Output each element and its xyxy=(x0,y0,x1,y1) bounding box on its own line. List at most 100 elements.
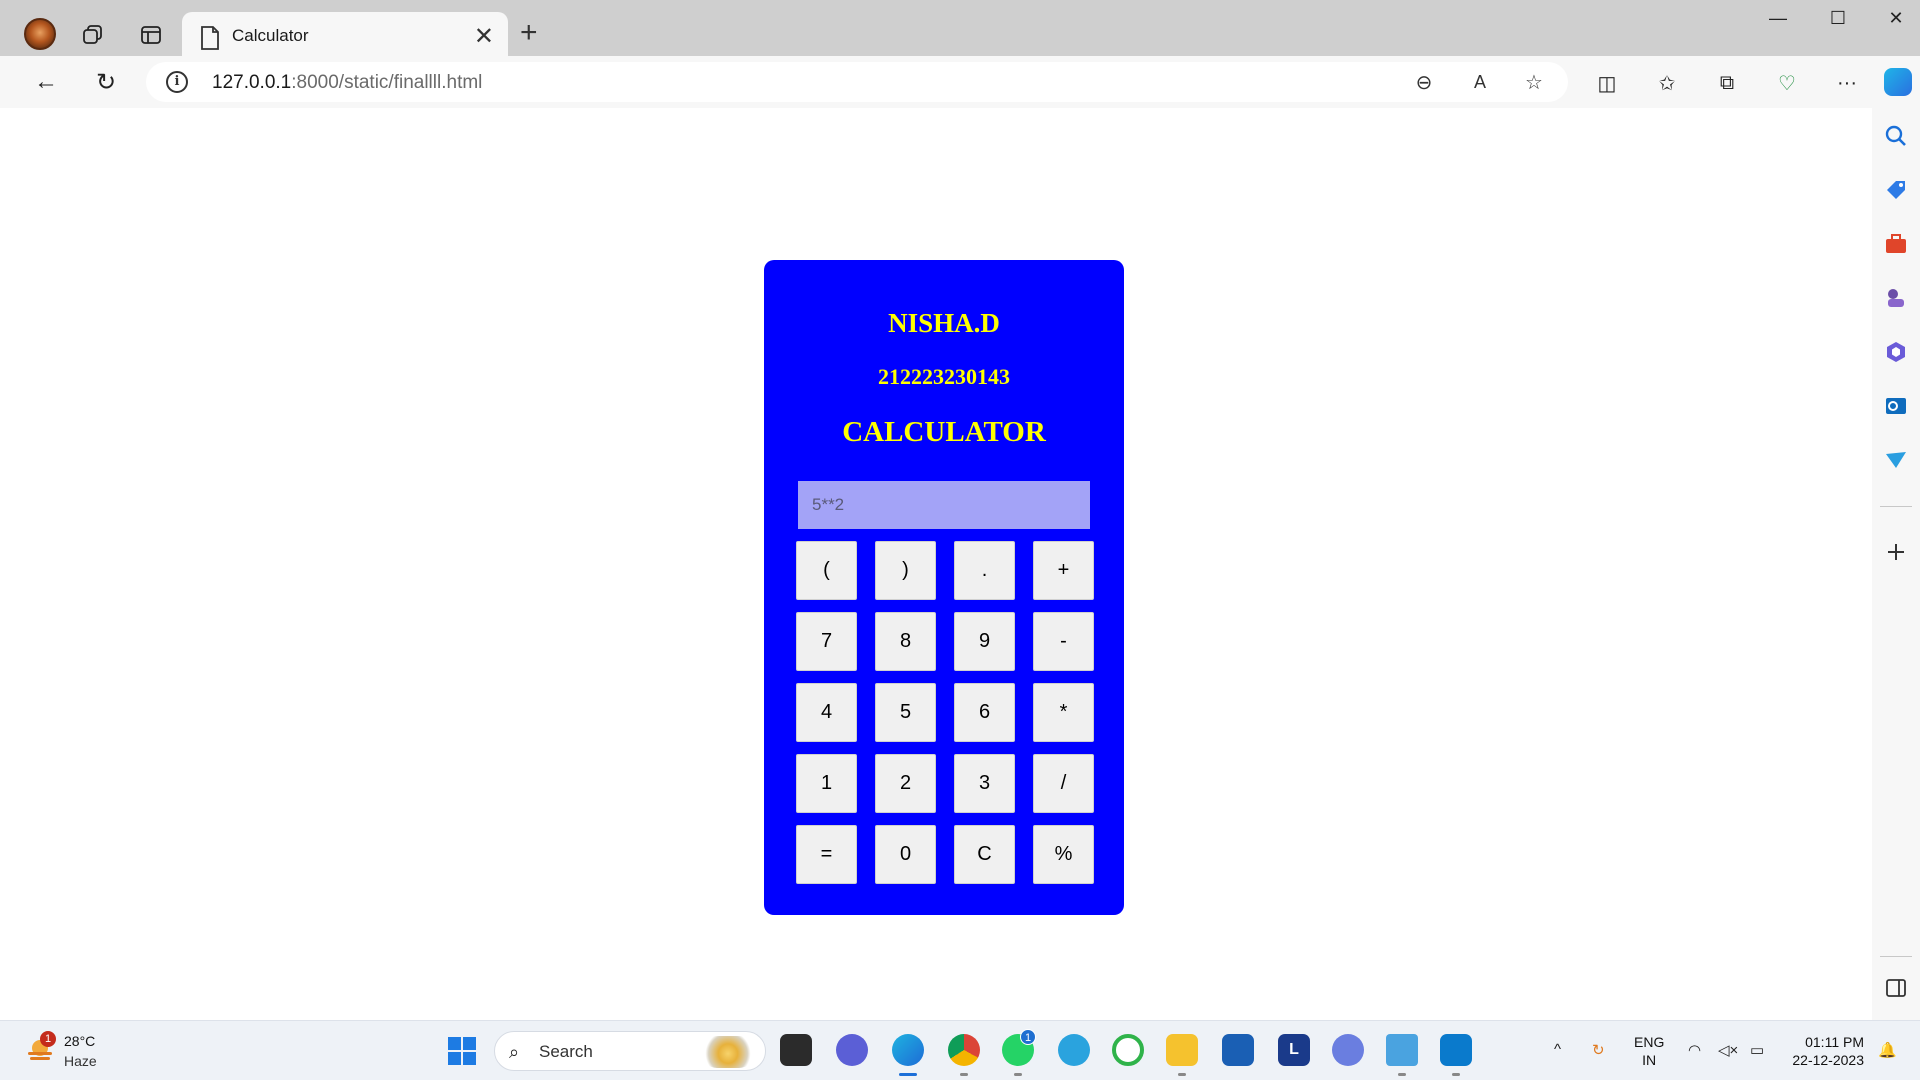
sync-app-icon[interactable] xyxy=(1112,1034,1144,1066)
clock[interactable]: 01:11 PM 22-12-2023 xyxy=(1780,1033,1864,1069)
collections-icon[interactable]: ⧉ xyxy=(1712,68,1742,98)
weather-condition[interactable]: Haze xyxy=(64,1053,97,1069)
key-5[interactable]: 5 xyxy=(875,683,936,742)
edge-icon[interactable] xyxy=(892,1034,924,1066)
calculator-display[interactable] xyxy=(798,481,1090,529)
calculator-title: CALCULATOR xyxy=(842,416,1046,448)
key-8[interactable]: 8 xyxy=(875,612,936,671)
games-icon[interactable] xyxy=(1884,286,1908,310)
refresh-button[interactable]: ↻ xyxy=(90,66,122,98)
explorer-running-indicator xyxy=(1178,1073,1186,1076)
weather-alert-badge: 1 xyxy=(40,1031,56,1047)
split-screen-icon[interactable]: ◫ xyxy=(1592,68,1622,98)
chrome-icon[interactable] xyxy=(948,1034,980,1066)
student-name: NISHA.D xyxy=(888,308,1000,338)
tab-title: Calculator xyxy=(232,26,309,45)
key-open-paren[interactable]: ( xyxy=(796,541,857,600)
add-sidebar-app-icon[interactable] xyxy=(1884,540,1908,564)
search-icon: ⌕ xyxy=(509,1042,520,1062)
l-app-icon[interactable]: L xyxy=(1278,1034,1310,1066)
outlook-icon[interactable] xyxy=(1884,394,1908,418)
favorites-icon[interactable]: ✩ xyxy=(1652,68,1682,98)
keypad: ( ) . + 7 8 9 - 4 5 6 * 1 2 3 / = 0 C % xyxy=(796,541,1094,884)
edge-sidebar xyxy=(1872,108,1920,1020)
key-clear[interactable]: C xyxy=(954,825,1015,884)
edge-running-indicator xyxy=(899,1073,917,1076)
weather-temperature[interactable]: 28°C xyxy=(64,1033,95,1049)
windows-taskbar: 1 28°C Haze ⌕ Search 1 L ^ ↻ ENG IN ◠ ◁× … xyxy=(0,1020,1920,1080)
search-highlight-image xyxy=(701,1036,755,1068)
close-tab-icon[interactable]: ✕ xyxy=(474,22,494,51)
workspaces-icon[interactable] xyxy=(80,22,106,48)
maximize-button[interactable]: ☐ xyxy=(1818,8,1858,29)
whatsapp-badge: 1 xyxy=(1020,1029,1036,1045)
tools-icon[interactable] xyxy=(1884,232,1908,256)
more-options-icon[interactable]: ··· xyxy=(1832,68,1862,98)
key-equals[interactable]: = xyxy=(796,825,857,884)
key-multiply[interactable]: * xyxy=(1033,683,1094,742)
calculator-panel: NISHA.D 212223230143 CALCULATOR ( ) . + … xyxy=(764,260,1124,915)
chrome-running-indicator xyxy=(960,1073,968,1076)
browser-essentials-icon[interactable]: ♡ xyxy=(1772,68,1802,98)
profile-avatar[interactable] xyxy=(24,18,56,50)
key-4[interactable]: 4 xyxy=(796,683,857,742)
microsoft-store-icon[interactable] xyxy=(1222,1034,1254,1066)
sidebar-divider xyxy=(1880,956,1912,957)
key-9[interactable]: 9 xyxy=(954,612,1015,671)
key-3[interactable]: 3 xyxy=(954,754,1015,813)
telegram-icon[interactable] xyxy=(1058,1034,1090,1066)
teams-chat-icon[interactable] xyxy=(836,1034,868,1066)
key-minus[interactable]: - xyxy=(1033,612,1094,671)
key-percent[interactable]: % xyxy=(1033,825,1094,884)
notifications-bell-icon[interactable]: 🔔 xyxy=(1878,1041,1897,1059)
site-info-icon[interactable]: i xyxy=(166,71,188,93)
task-view-icon[interactable] xyxy=(780,1034,812,1066)
file-explorer-icon[interactable] xyxy=(1166,1034,1198,1066)
sync-status-icon[interactable]: ↻ xyxy=(1592,1041,1605,1059)
volume-muted-icon[interactable]: ◁× xyxy=(1718,1041,1738,1059)
arc-app-icon[interactable] xyxy=(1332,1034,1364,1066)
zoom-out-icon[interactable]: ⊖ xyxy=(1410,68,1438,96)
vscode-running-indicator xyxy=(1452,1073,1460,1076)
favorite-star-icon[interactable]: ☆ xyxy=(1520,68,1548,96)
vscode-icon[interactable] xyxy=(1440,1034,1472,1066)
battery-icon[interactable]: ▭ xyxy=(1750,1041,1764,1059)
sidebar-divider xyxy=(1880,506,1912,507)
browser-toolbar: ← ↻ i 127.0.0.1:8000/static/finallll.htm… xyxy=(0,56,1920,108)
notepad-icon[interactable] xyxy=(1386,1034,1418,1066)
page-viewport: NISHA.D 212223230143 CALCULATOR ( ) . + … xyxy=(10,108,1872,1020)
key-divide[interactable]: / xyxy=(1033,754,1094,813)
key-close-paren[interactable]: ) xyxy=(875,541,936,600)
read-aloud-icon[interactable]: A xyxy=(1466,68,1494,96)
minimize-button[interactable]: — xyxy=(1758,8,1798,29)
search-icon[interactable] xyxy=(1884,124,1908,148)
close-window-button[interactable]: ✕ xyxy=(1876,8,1916,29)
key-plus[interactable]: + xyxy=(1033,541,1094,600)
back-button[interactable]: ← xyxy=(30,66,62,98)
drop-icon[interactable] xyxy=(1884,448,1908,472)
new-tab-button[interactable]: + xyxy=(520,16,538,50)
key-6[interactable]: 6 xyxy=(954,683,1015,742)
hide-sidebar-icon[interactable] xyxy=(1884,976,1908,1000)
search-label: Search xyxy=(539,1042,593,1061)
language-indicator[interactable]: ENG IN xyxy=(1634,1033,1664,1069)
show-hidden-icons-icon[interactable]: ^ xyxy=(1554,1041,1561,1058)
vertical-tabs-icon[interactable] xyxy=(138,22,164,48)
whatsapp-running-indicator xyxy=(1014,1073,1022,1076)
roll-number: 212223230143 xyxy=(878,364,1010,389)
shopping-tag-icon[interactable] xyxy=(1884,178,1908,202)
key-7[interactable]: 7 xyxy=(796,612,857,671)
taskbar-search[interactable]: ⌕ Search xyxy=(494,1031,766,1071)
key-2[interactable]: 2 xyxy=(875,754,936,813)
start-button[interactable] xyxy=(448,1037,476,1065)
notepad-running-indicator xyxy=(1398,1073,1406,1076)
address-bar[interactable]: i 127.0.0.1:8000/static/finallll.html ⊖ … xyxy=(146,62,1568,102)
microsoft-365-icon[interactable] xyxy=(1884,340,1908,364)
url-text[interactable]: 127.0.0.1:8000/static/finallll.html xyxy=(212,72,482,94)
copilot-icon[interactable] xyxy=(1884,68,1912,96)
key-1[interactable]: 1 xyxy=(796,754,857,813)
key-0[interactable]: 0 xyxy=(875,825,936,884)
key-decimal[interactable]: . xyxy=(954,541,1015,600)
page-icon xyxy=(201,26,219,50)
wifi-icon[interactable]: ◠ xyxy=(1688,1041,1701,1059)
